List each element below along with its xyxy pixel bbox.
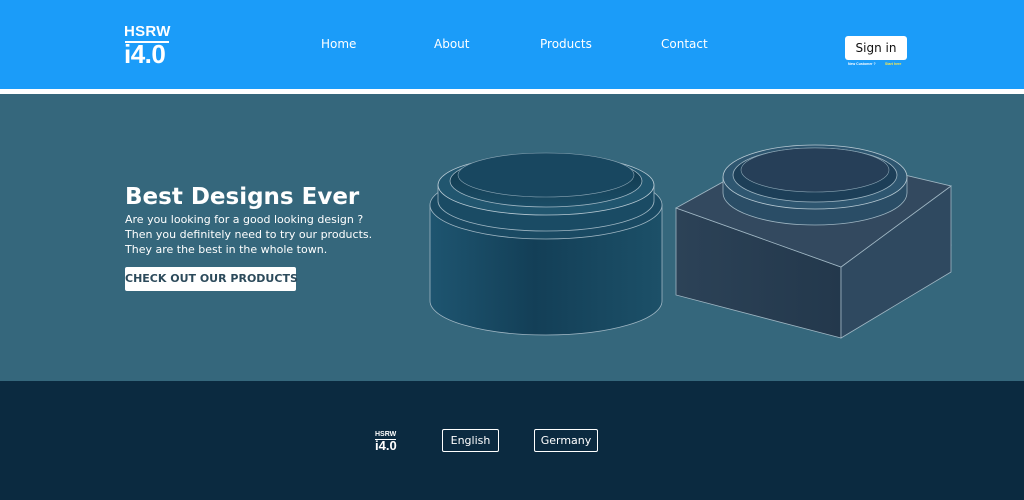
footer-logo[interactable]: HSRW i4.0 [375, 431, 401, 453]
round-container-model [429, 152, 663, 336]
check-out-products-button[interactable]: CHECK OUT OUR PRODUCTS [125, 267, 298, 291]
logo-text-hsrw: HSRW [124, 23, 171, 40]
hero-text-line-1: Are you looking for a good looking desig… [125, 213, 364, 226]
hero-text-line-2: Then you definitely need to try our prod… [125, 228, 373, 241]
site-footer [0, 381, 1024, 500]
sign-in-button[interactable]: Sign in [845, 36, 907, 60]
product-3d-models-image [429, 144, 952, 339]
nav-about-link[interactable]: About [434, 36, 469, 52]
hero-title: Best Designs Ever [125, 184, 360, 210]
square-container-model [675, 144, 952, 339]
site-logo[interactable]: HSRW i4.0 [124, 23, 174, 69]
logo-text-i40: i4.0 [124, 39, 166, 69]
nav-home-link[interactable]: Home [321, 36, 356, 52]
hero-text-line-3: They are the best in the whole town. [125, 243, 328, 256]
language-english-button[interactable]: English [442, 429, 499, 452]
nav-products-link[interactable]: Products [540, 36, 592, 52]
language-germany-button[interactable]: Germany [534, 429, 598, 452]
new-customer-text: New Customer ? [848, 62, 876, 66]
site-header: HSRW i4.0 Home About Products Contact Si… [0, 0, 1024, 89]
start-here-link[interactable]: Start here [885, 62, 901, 66]
footer-logo-text-i40: i4.0 [375, 438, 397, 453]
nav-contact-link[interactable]: Contact [661, 36, 708, 52]
